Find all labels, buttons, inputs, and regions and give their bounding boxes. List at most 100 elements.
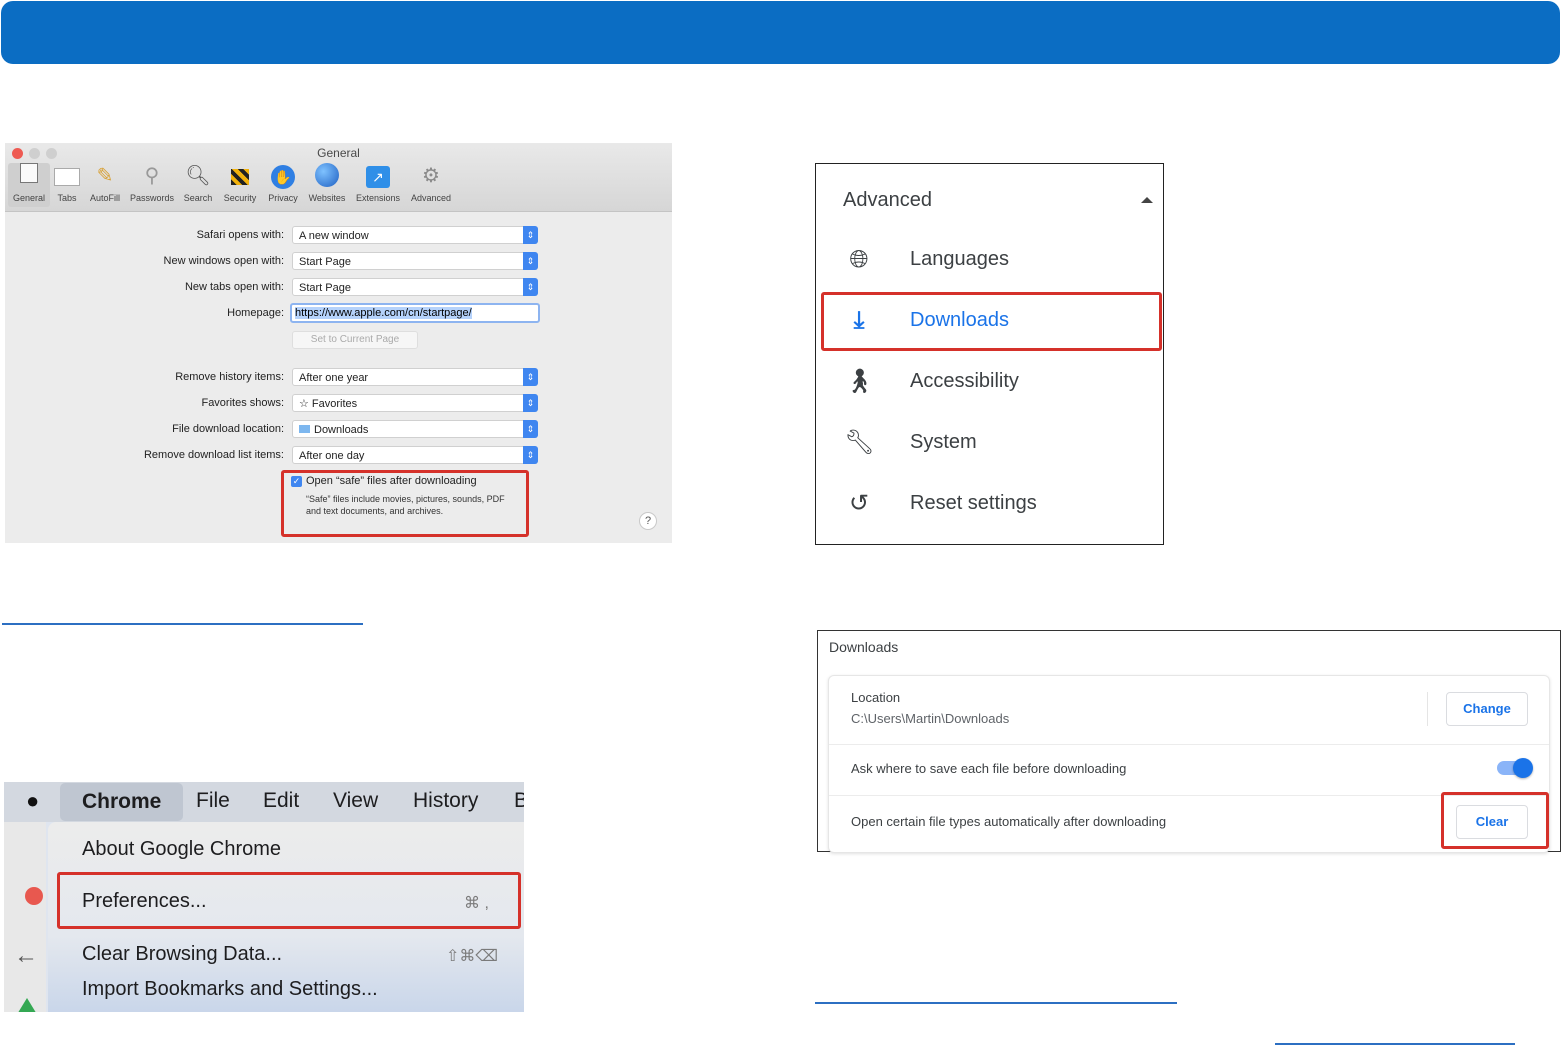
remove-history-select[interactable]: After one year ⇕ xyxy=(292,368,538,386)
open-safe-files-checkbox[interactable]: ✓ xyxy=(291,476,302,487)
safari-preferences-window: General General Tabs ✎ AutoFill ⚲ Passwo… xyxy=(5,143,672,543)
close-window-button[interactable] xyxy=(25,887,43,905)
ask-where-toggle[interactable] xyxy=(1497,758,1533,778)
menu-item-import-bookmarks[interactable]: Import Bookmarks and Settings... xyxy=(82,978,378,1001)
tab-autofill[interactable]: ✎ AutoFill xyxy=(85,163,125,207)
favorites-shows-select[interactable]: ☆ Favorites ⇕ xyxy=(292,394,538,412)
downloads-section-title: Downloads xyxy=(829,639,899,655)
chevron-updown-icon: ⇕ xyxy=(523,226,538,244)
gear-icon: ⚙ xyxy=(422,165,440,187)
tab-tabs[interactable]: Tabs xyxy=(53,163,81,207)
open-safe-files-label: Open “safe” files after downloading xyxy=(306,475,477,487)
apple-icon[interactable]: ● xyxy=(26,788,48,814)
hand-icon: ✋ xyxy=(270,163,296,189)
location-value: C:\Users\Martin\Downloads xyxy=(851,711,1010,726)
tabs-icon xyxy=(54,163,80,189)
tab-search[interactable]: 🔍︎ Search xyxy=(181,163,215,207)
tab-privacy[interactable]: ✋ Privacy xyxy=(264,163,302,207)
ask-where-label: Ask where to save each file before downl… xyxy=(851,761,1127,776)
menu-bar: ● Chrome File Edit View History B xyxy=(4,782,524,822)
chevron-updown-icon: ⇕ xyxy=(523,394,538,412)
location-label: Location xyxy=(851,690,901,705)
security-icon xyxy=(227,163,253,189)
set-to-current-page-button[interactable]: Set to Current Page xyxy=(292,331,418,349)
chevron-updown-icon: ⇕ xyxy=(523,446,538,464)
window-title: General xyxy=(317,146,360,160)
collapse-arrow-icon[interactable] xyxy=(1141,197,1153,203)
pencil-icon: ✎ xyxy=(96,165,114,187)
help-button[interactable]: ? xyxy=(639,512,657,530)
tab-websites[interactable]: Websites xyxy=(305,163,349,207)
chevron-updown-icon: ⇕ xyxy=(523,252,538,270)
chrome-downloads-settings: Downloads Location C:\Users\Martin\Downl… xyxy=(817,630,1561,853)
browser-background: ← xyxy=(4,822,46,1012)
clear-browsing-shortcut: ⇧⌘⌫ xyxy=(446,948,499,965)
change-button[interactable]: Change xyxy=(1446,692,1528,726)
general-icon xyxy=(16,163,42,189)
remove-history-row: Remove history items: After one year ⇕ xyxy=(5,368,672,388)
link-underline xyxy=(815,1002,1177,1004)
favorites-shows-row: Favorites shows: ☆ Favorites ⇕ xyxy=(5,394,672,414)
drive-icon xyxy=(16,998,38,1012)
key-icon: ⚲ xyxy=(144,165,160,187)
remove-download-select[interactable]: After one day ⇕ xyxy=(292,446,538,464)
tab-security[interactable]: Security xyxy=(219,163,261,207)
chrome-dropdown: About Google Chrome Preferences... ⌘ , C… xyxy=(48,822,524,1012)
new-windows-select[interactable]: Start Page ⇕ xyxy=(292,252,538,270)
accessibility-icon: 🚶︎ xyxy=(844,368,875,395)
new-tabs-select[interactable]: Start Page ⇕ xyxy=(292,278,538,296)
advanced-item-languages[interactable]: 🌐︎ Languages xyxy=(816,231,1165,291)
wrench-icon: 🔧︎ xyxy=(844,429,875,456)
menu-file[interactable]: File xyxy=(196,789,230,813)
safe-files-note: “Safe” files include movies, pictures, s… xyxy=(306,494,505,516)
top-banner xyxy=(1,1,1560,64)
link-underline xyxy=(2,623,363,625)
homepage-input[interactable]: https://www.apple.com/cn/startpage/ xyxy=(290,303,540,323)
safari-opens-select[interactable]: A new window ⇕ xyxy=(292,226,538,244)
globe-icon: 🌐︎ xyxy=(849,246,869,273)
tab-general[interactable]: General xyxy=(8,163,50,207)
advanced-item-reset-settings[interactable]: ↺ Reset settings xyxy=(816,475,1165,535)
chevron-updown-icon: ⇕ xyxy=(523,278,538,296)
remove-download-row: Remove download list items: After one da… xyxy=(5,446,672,466)
highlight-box xyxy=(821,292,1162,351)
advanced-header[interactable]: Advanced xyxy=(843,189,932,212)
menu-view[interactable]: View xyxy=(333,789,378,813)
menu-edit[interactable]: Edit xyxy=(263,789,299,813)
toggle-knob xyxy=(1513,758,1533,778)
new-tabs-row: New tabs open with: Start Page ⇕ xyxy=(5,278,672,298)
chrome-app-menu: ● Chrome File Edit View History B ← Abou… xyxy=(4,782,524,1012)
menu-item-clear-browsing-data[interactable]: Clear Browsing Data... xyxy=(82,943,282,966)
globe-icon xyxy=(314,163,340,189)
link-underline xyxy=(1275,1043,1515,1045)
new-windows-row: New windows open with: Start Page ⇕ xyxy=(5,252,672,272)
tab-passwords[interactable]: ⚲ Passwords xyxy=(127,163,177,207)
puzzle-icon: ↗ xyxy=(365,163,391,189)
ask-where-row: Ask where to save each file before downl… xyxy=(829,744,1549,796)
divider xyxy=(1427,692,1428,726)
highlight-box xyxy=(1441,792,1549,849)
tab-extensions[interactable]: ↗ Extensions xyxy=(352,163,404,207)
menu-item-about[interactable]: About Google Chrome xyxy=(82,838,281,861)
safari-opens-row: Safari opens with: A new window ⇕ xyxy=(5,226,672,246)
location-row: Location C:\Users\Martin\Downloads Chang… xyxy=(829,676,1549,745)
back-arrow-icon[interactable]: ← xyxy=(14,942,38,970)
history-icon: ↺ xyxy=(848,490,870,517)
chrome-advanced-panel: Advanced 🌐︎ Languages ⤓ Downloads 🚶︎ Acc… xyxy=(815,163,1164,545)
safari-toolbar: General General Tabs ✎ AutoFill ⚲ Passwo… xyxy=(5,143,672,212)
advanced-item-system[interactable]: 🔧︎ System xyxy=(816,414,1165,474)
download-location-row: File download location: Downloads ⇕ xyxy=(5,420,672,440)
menu-bookmarks[interactable]: B xyxy=(514,789,524,813)
menu-chrome[interactable]: Chrome xyxy=(60,783,184,821)
folder-icon xyxy=(299,425,310,433)
search-icon: 🔍︎ xyxy=(185,165,211,187)
advanced-item-accessibility[interactable]: 🚶︎ Accessibility xyxy=(816,353,1165,413)
highlight-box xyxy=(57,872,521,929)
tab-advanced[interactable]: ⚙ Advanced xyxy=(407,163,455,207)
menu-history[interactable]: History xyxy=(413,789,478,813)
chevron-updown-icon: ⇕ xyxy=(523,368,538,386)
download-location-select[interactable]: Downloads ⇕ xyxy=(292,420,538,438)
chevron-updown-icon: ⇕ xyxy=(523,420,538,438)
homepage-row: Homepage: https://www.apple.com/cn/start… xyxy=(5,303,672,324)
open-automatically-label: Open certain file types automatically af… xyxy=(851,814,1167,829)
